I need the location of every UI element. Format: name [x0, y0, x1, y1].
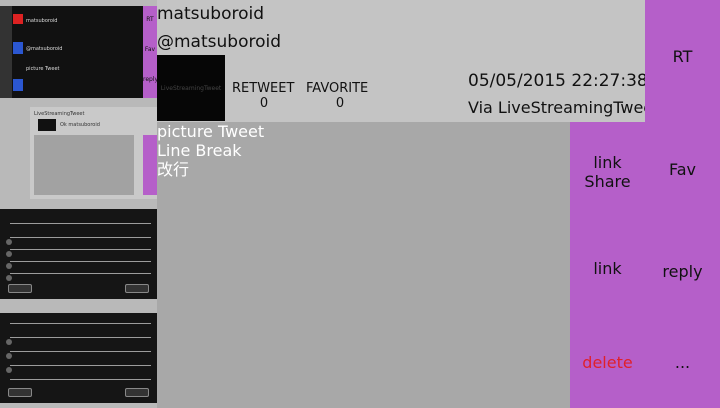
retweet-count: 0: [259, 96, 269, 111]
thumbnail-divider: [10, 351, 151, 352]
thumbnail-body: [34, 135, 134, 195]
thumbnail-text: Ok matsuboroid: [60, 122, 100, 128]
thumbnail-bullet: [6, 353, 12, 359]
link-button[interactable]: link: [570, 259, 645, 278]
screen-name[interactable]: matsuboroid: [157, 4, 264, 24]
thumbnail-avatar: [13, 14, 23, 24]
thumbnail-divider: [10, 337, 151, 338]
reply-button[interactable]: reply: [645, 262, 720, 281]
thumbnail-action-bar: [143, 135, 157, 195]
tweet-timestamp: 05/05/2015 22:27:38: [468, 71, 648, 91]
thumbnail-image: [38, 119, 56, 131]
thumbnail-divider: [10, 249, 151, 250]
thumbnail-list-view[interactable]: [0, 313, 157, 403]
tweet-image-thumbnail[interactable]: LiveStreamingTweet: [157, 55, 225, 121]
thumbnail-divider: [10, 273, 151, 274]
thumbnail-button: [8, 284, 32, 293]
thumbnail-block: [13, 79, 23, 91]
thumbnail-bullet: [6, 275, 12, 281]
favorite-button[interactable]: Fav: [645, 160, 720, 179]
retweet-label: RETWEET: [232, 81, 295, 96]
favorite-label: FAVORITE: [306, 81, 369, 96]
thumbnail-text: matsuboroid: [26, 18, 58, 24]
thumbnail-divider: [10, 237, 151, 238]
delete-button[interactable]: delete: [570, 353, 645, 372]
thumbnail-button: [125, 284, 149, 293]
thumbnail-divider: [10, 365, 151, 366]
via-source: Via LiveStreamingTweet: [468, 98, 660, 117]
thumbnail-divider: [10, 261, 151, 262]
thumbnail-button: [8, 388, 32, 397]
thumbnail-list-view[interactable]: [0, 209, 157, 299]
link-share-button[interactable]: link Share: [570, 153, 645, 191]
user-id[interactable]: @matsuboroid: [157, 32, 281, 52]
thumbnail-bullet: [6, 367, 12, 373]
thumbnail-text: @matsuboroid: [26, 46, 63, 52]
screenshot-thumbnail-strip: matsuboroid @matsuboroid picture Tweet R…: [0, 0, 157, 408]
thumbnail-bullet: [6, 251, 12, 257]
tweet-body-text: picture Tweet Line Break 改行: [157, 122, 265, 179]
thumbnail-label: Fav: [144, 46, 156, 53]
thumbnail-button: [125, 388, 149, 397]
thumbnail-bullet: [6, 263, 12, 269]
thumbnail-bullet: [6, 339, 12, 345]
more-button[interactable]: ...: [645, 353, 720, 372]
thumbnail-sidebar: [0, 6, 12, 98]
favorite-count: 0: [335, 96, 345, 111]
thumbnail-tweet-view[interactable]: matsuboroid @matsuboroid picture Tweet R…: [0, 6, 157, 98]
thumbnail-caption: LiveStreamingTweet: [160, 85, 222, 92]
thumbnail-label: RT: [146, 16, 154, 23]
thumbnail-divider: [10, 223, 151, 224]
thumbnail-detail-view[interactable]: LiveStreamingTweet Ok matsuboroid: [30, 107, 157, 199]
thumbnail-text: picture Tweet: [26, 66, 60, 72]
thumbnail-divider: [10, 323, 151, 324]
thumbnail-label: reply: [143, 76, 157, 83]
thumbnail-bullet: [6, 239, 12, 245]
thumbnail-text: LiveStreamingTweet: [34, 111, 85, 117]
thumbnail-divider: [10, 379, 151, 380]
thumbnail-action-bar: RT Fav reply: [143, 6, 157, 98]
retweet-button[interactable]: RT: [645, 47, 720, 66]
thumbnail-block: [13, 42, 23, 54]
